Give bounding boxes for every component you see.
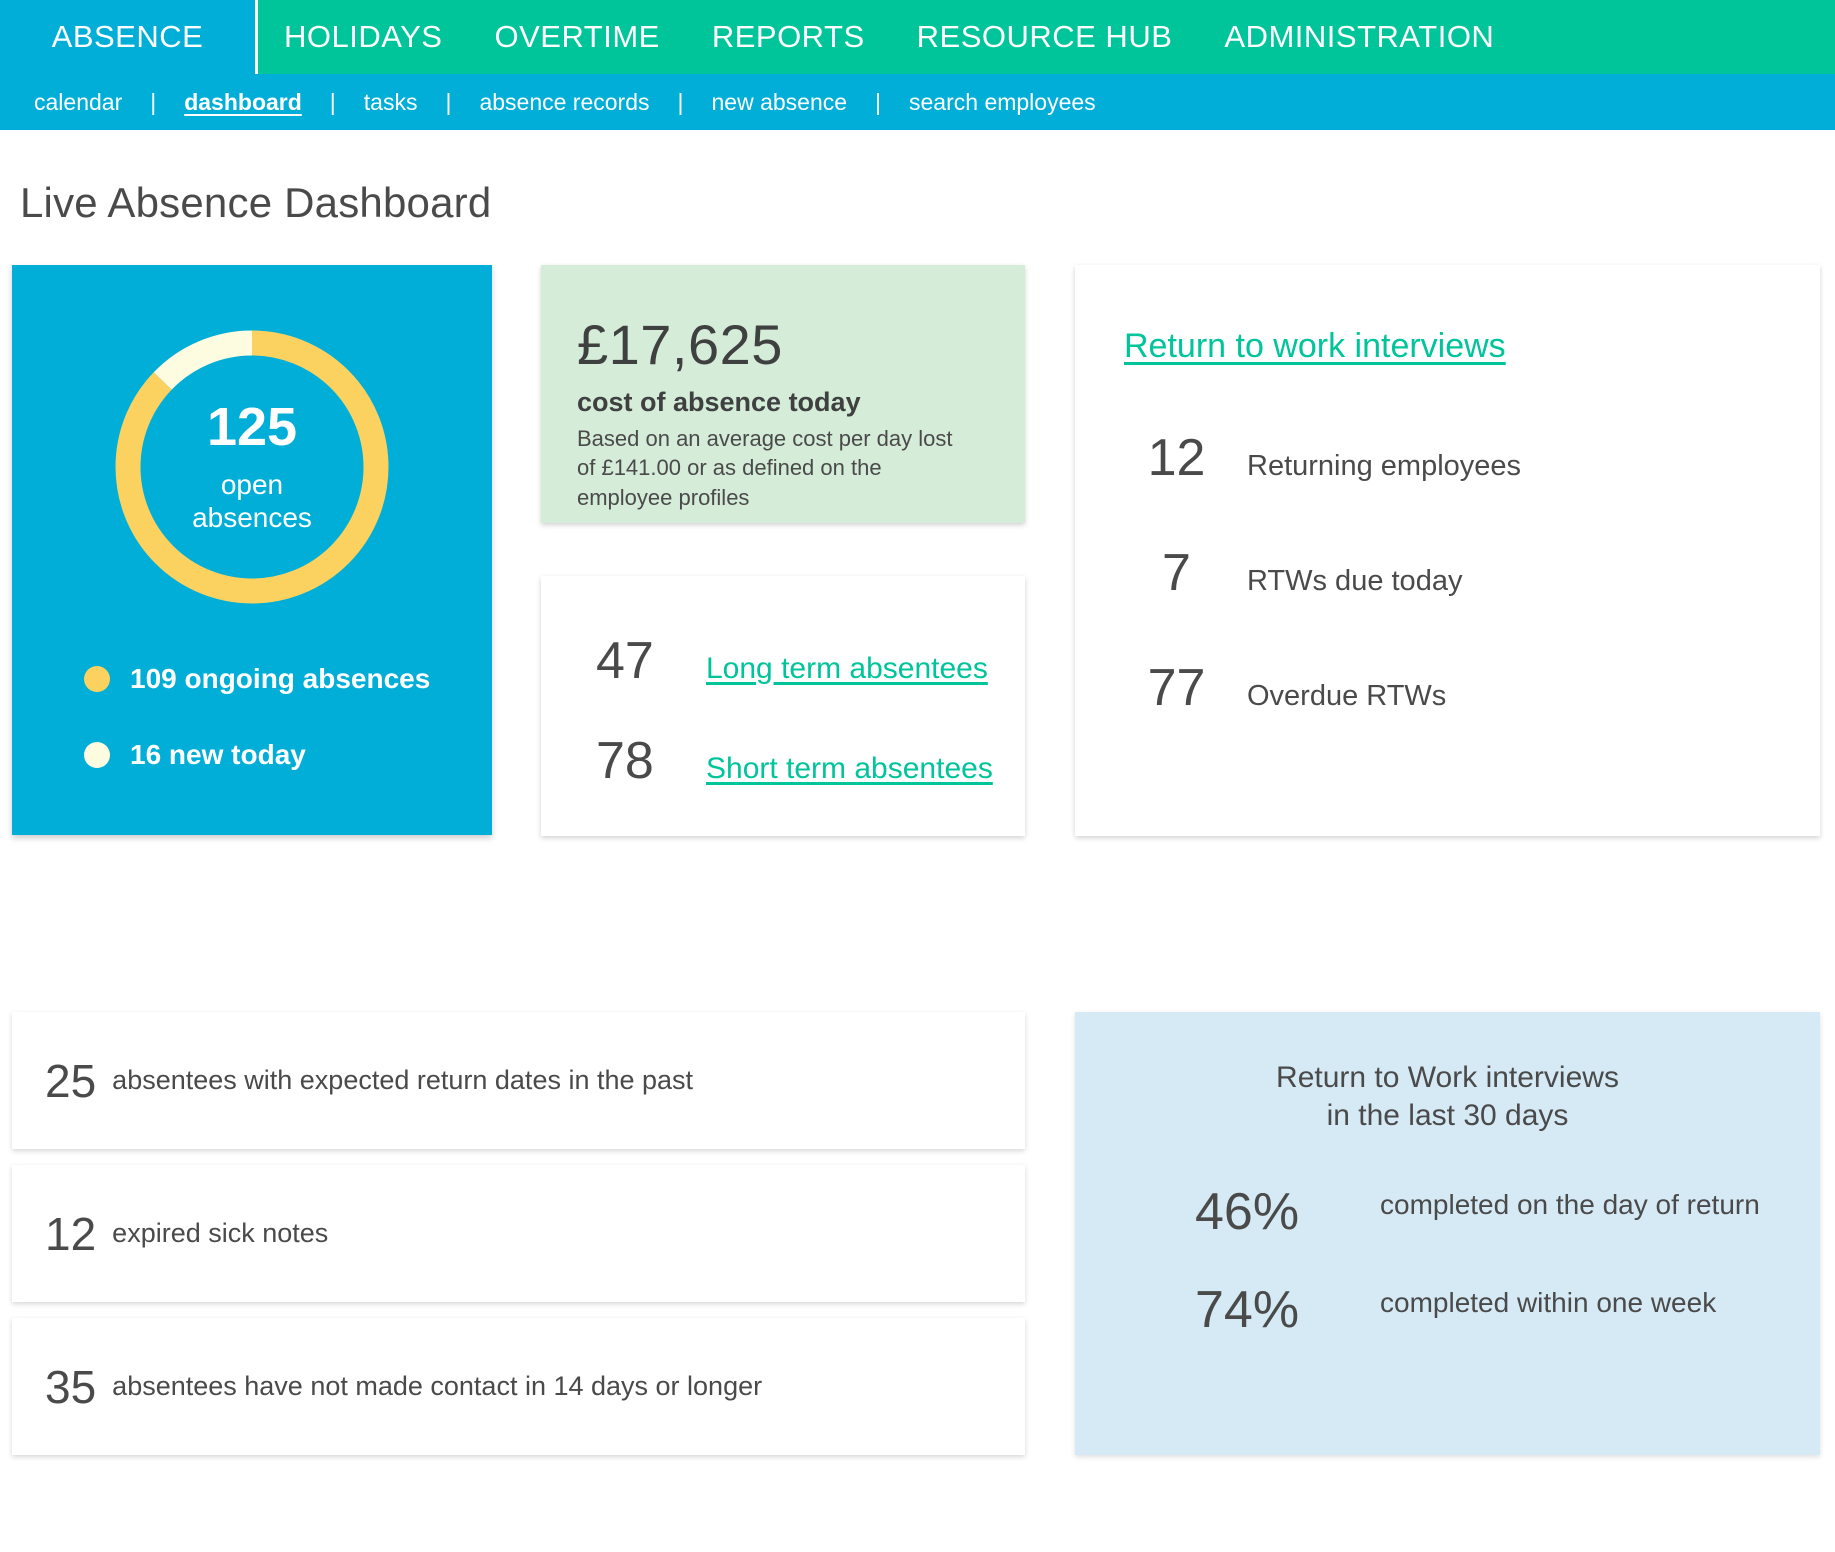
info-card-count: 35 xyxy=(45,1360,97,1413)
return-to-work-interviews-card: Return to work interviews 12 Returning e… xyxy=(1075,265,1820,836)
rtw-stats-heading-line2: in the last 30 days xyxy=(1326,1098,1569,1132)
open-absences-count: 125 xyxy=(206,396,298,457)
rtw-stats-row-one-week: 74% completed within one week xyxy=(1195,1280,1820,1340)
topnav-label-overtime: OVERTIME xyxy=(494,19,660,54)
long-term-absentees-count: 47 xyxy=(596,632,654,690)
overdue-rtws-count: 77 xyxy=(1147,659,1206,717)
info-card-count: 25 xyxy=(45,1054,97,1107)
return-to-work-interviews-link[interactable]: Return to work interviews xyxy=(1124,327,1506,366)
rtw-stats-heading: Return to Work interviews in the last 30… xyxy=(1135,1059,1760,1134)
long-term-absentees-link[interactable]: Long term absentees xyxy=(706,652,988,686)
rtw-stats-percent-same-day: 46% xyxy=(1195,1183,1300,1241)
cost-subtitle: cost of absence today xyxy=(577,387,861,417)
topnav-item-administration[interactable]: ADMINISTRATION xyxy=(1198,0,1520,74)
topnav-item-holidays[interactable]: HOLIDAYS xyxy=(258,0,468,74)
topnav-label-resource-hub: RESOURCE HUB xyxy=(916,19,1173,54)
info-card-expired-sick-notes[interactable]: 12 expired sick notes xyxy=(12,1165,1025,1302)
info-card-no-contact[interactable]: 35 absentees have not made contact in 14… xyxy=(12,1318,1025,1455)
page-title: Live Absence Dashboard xyxy=(20,179,492,226)
absentees-row-short-term: 78 Short term absentees xyxy=(596,731,1025,791)
cost-amount: £17,625 xyxy=(577,313,783,376)
short-term-absentees-count: 78 xyxy=(596,732,654,790)
donut-legend: 109 ongoing absences 16 new today xyxy=(84,663,492,771)
subnav-item-tasks[interactable]: tasks xyxy=(364,89,418,116)
topnav-item-resource-hub[interactable]: RESOURCE HUB xyxy=(891,0,1199,74)
topnav-label-reports: REPORTS xyxy=(711,19,865,54)
rtws-due-today-count: 7 xyxy=(1162,544,1191,602)
subnav-item-calendar[interactable]: calendar xyxy=(34,89,122,116)
legend-item-ongoing: 109 ongoing absences xyxy=(84,663,492,695)
open-absences-caption: open absences xyxy=(192,468,312,534)
rtw-stats-row-same-day: 46% completed on the day of return xyxy=(1195,1182,1820,1242)
cost-description: Based on an average cost per day lost of… xyxy=(577,426,953,510)
legend-label-new-today: 16 new today xyxy=(130,739,306,770)
overdue-rtws-label: Overdue RTWs xyxy=(1247,680,1447,712)
short-term-absentees-link[interactable]: Short term absentees xyxy=(706,752,993,786)
info-card-text: absentees have not made contact in 14 da… xyxy=(112,1371,763,1401)
open-absences-card: 125 open absences 109 ongoing absences 1… xyxy=(12,265,492,835)
absentees-card: 47 Long term absentees 78 Short term abs… xyxy=(541,576,1025,836)
donut-center-label: 125 open absences xyxy=(102,317,402,617)
legend-item-new-today: 16 new today xyxy=(84,739,492,771)
returning-employees-count: 12 xyxy=(1147,429,1206,487)
rtw-stats-label-one-week: completed within one week xyxy=(1380,1287,1717,1318)
rtw-stats-card: Return to Work interviews in the last 30… xyxy=(1075,1012,1820,1455)
open-absences-caption-line2: absences xyxy=(192,502,312,533)
subnav-item-new-absence[interactable]: new absence xyxy=(711,89,847,116)
subnav-separator: | xyxy=(329,88,336,115)
topnav-label-administration: ADMINISTRATION xyxy=(1224,19,1495,54)
subnav-item-search-employees[interactable]: search employees xyxy=(909,89,1096,116)
rtw-row-returning-employees: 12 Returning employees xyxy=(1124,428,1820,488)
legend-dot-icon-ongoing xyxy=(84,666,110,692)
rtw-stats-heading-line1: Return to Work interviews xyxy=(1276,1061,1619,1094)
legend-label-ongoing: 109 ongoing absences xyxy=(130,663,431,694)
subnav-separator: | xyxy=(875,88,882,115)
rtw-stats-percent-one-week: 74% xyxy=(1195,1281,1300,1339)
topnav-label-holidays: HOLIDAYS xyxy=(284,19,443,54)
primary-navigation: ABSENCE HOLIDAYS OVERTIME REPORTS RESOUR… xyxy=(0,0,1835,74)
topnav-item-absence[interactable]: ABSENCE xyxy=(0,0,258,74)
info-card-expected-return-dates[interactable]: 25 absentees with expected return dates … xyxy=(12,1012,1025,1149)
topnav-label-absence: ABSENCE xyxy=(51,19,204,54)
subnav-separator: | xyxy=(150,88,157,115)
subnav-separator: | xyxy=(445,88,452,115)
cost-of-absence-card: £17,625 cost of absence today Based on a… xyxy=(541,265,1025,523)
rtw-row-due-today: 7 RTWs due today xyxy=(1124,543,1820,603)
open-absences-donut-chart: 125 open absences xyxy=(102,317,402,617)
secondary-navigation: calendar | dashboard | tasks | absence r… xyxy=(0,74,1835,130)
absentees-row-long-term: 47 Long term absentees xyxy=(596,631,1025,691)
rtw-row-overdue: 77 Overdue RTWs xyxy=(1124,658,1820,718)
subnav-item-absence-records[interactable]: absence records xyxy=(479,89,649,116)
legend-dot-icon-new-today xyxy=(84,742,110,768)
subnav-separator: | xyxy=(677,88,684,115)
open-absences-caption-line1: open xyxy=(220,468,284,500)
topnav-item-overtime[interactable]: OVERTIME xyxy=(468,0,685,74)
rtws-due-today-label: RTWs due today xyxy=(1247,565,1463,597)
topnav-item-reports[interactable]: REPORTS xyxy=(686,0,891,74)
info-card-text: absentees with expected return dates in … xyxy=(112,1065,694,1095)
rtw-stats-label-same-day: completed on the day of return xyxy=(1380,1189,1760,1220)
info-card-text: expired sick notes xyxy=(112,1218,329,1248)
subnav-item-dashboard[interactable]: dashboard xyxy=(184,89,302,116)
info-card-count: 12 xyxy=(45,1207,97,1260)
returning-employees-label: Returning employees xyxy=(1247,450,1522,482)
